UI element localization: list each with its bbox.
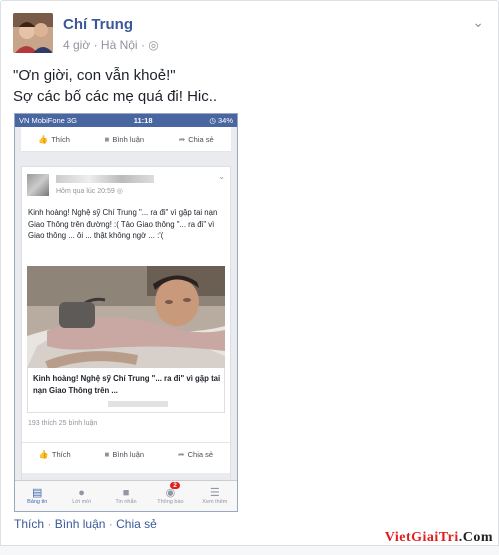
tab-label: Lời mời <box>72 499 92 505</box>
chevron-down-icon[interactable]: ⌄ <box>472 14 484 31</box>
comment-icon: ■ <box>104 449 110 459</box>
tab-news-feed: ▤ Bảng tin <box>15 481 59 511</box>
card-like-label: Thích <box>51 449 71 459</box>
post-footer-actions: Thích · Bình luận · Chia sẻ <box>14 517 157 531</box>
top-share-label: Chia sẻ <box>188 134 214 144</box>
news-feed-icon: ▤ <box>32 487 43 499</box>
post-time[interactable]: 4 giờ <box>63 38 90 52</box>
top-comment-label: Bình luận <box>112 134 145 144</box>
card-action-bar: 👍 Thích ■ Bình luận ➦ Chia sẻ <box>22 442 230 465</box>
notification-badge: 2 <box>170 482 180 489</box>
share-link[interactable]: Chia sẻ <box>116 517 157 531</box>
site-watermark: VietGiaiTri.Com <box>384 530 493 545</box>
card-comment-label: Bình luận <box>112 449 145 459</box>
post-location[interactable]: Hà Nội <box>101 38 138 52</box>
tab-friend-requests: ● Lời mời <box>59 481 103 511</box>
globe-icon[interactable]: ◎ <box>148 38 158 52</box>
post-card: Chí Trung 4 giờ · Hà Nội · ◎ ⌄ "Ơn giời,… <box>0 0 499 554</box>
tab-messages: ■ Tin nhắn <box>104 481 148 511</box>
like-link[interactable]: Thích <box>14 517 44 531</box>
blurred-source <box>108 401 168 407</box>
tab-label: Tin nhắn <box>115 499 137 505</box>
globe-icon: ◎ <box>116 188 123 195</box>
share-icon: ➦ <box>178 134 186 144</box>
card-text: Kinh hoàng! Nghệ sỹ Chí Trung "... ra đi… <box>28 208 218 240</box>
share-icon: ➦ <box>177 449 185 459</box>
carrier-label: VN MobiFone 3G <box>19 116 77 125</box>
comment-link[interactable]: Bình luận <box>55 517 106 531</box>
post-message: "Ơn giời, con vẫn khoẻ!" Sợ các bố các m… <box>13 65 217 107</box>
card-share-label: Chia sẻ <box>187 449 214 459</box>
top-action-bar: 👍 Thích ■ Bình luận ➦ Chia sẻ <box>21 127 231 152</box>
author-name[interactable]: Chí Trung <box>63 16 133 33</box>
phone-status-bar: VN MobiFone 3G 11:18 ◷ 34% <box>15 114 237 127</box>
card-time: Hôm qua lúc 20:59 ◎ <box>56 188 123 195</box>
comment-icon: ■ <box>104 134 110 144</box>
tab-label: Bảng tin <box>27 499 48 505</box>
clock-label: 11:18 <box>133 116 153 125</box>
link-preview: Kinh hoàng! Nghệ sỹ Chí Trung "... ra đi… <box>27 368 225 413</box>
top-like-label: Thích <box>51 134 70 144</box>
chevron-down-icon: ⌄ <box>218 172 225 181</box>
tab-label: Thông báo <box>157 499 184 505</box>
friend-requests-icon: ● <box>78 487 85 499</box>
post-message-line1: "Ơn giời, con vẫn khoẻ!" <box>13 67 176 84</box>
tab-notifications: ◉ 2 Thông báo <box>148 481 192 511</box>
messages-icon: ■ <box>122 487 130 499</box>
post-meta: 4 giờ · Hà Nội · ◎ <box>63 38 159 52</box>
link-title: Kinh hoàng! Nghệ sỹ Chí Trung "... ra đi… <box>33 374 221 395</box>
shared-post-card: Hôm qua lúc 20:59 ◎ ⌄ Kinh hoàng! Nghệ s… <box>21 166 231 511</box>
more-menu-icon: ☰ <box>209 487 220 499</box>
card-stats: 193 thích 25 bình luận <box>28 420 98 427</box>
tab-label: Xem thêm <box>202 499 228 505</box>
author-avatar[interactable] <box>13 13 53 53</box>
like-icon: 👍 <box>38 449 49 459</box>
battery-label: 34% <box>217 116 233 125</box>
embedded-phone-screenshot[interactable]: VN MobiFone 3G 11:18 ◷ 34% 👍 Thích ■ Bình … <box>14 113 238 512</box>
blurred-avatar <box>27 174 49 196</box>
hospital-photo <box>27 266 225 368</box>
post-message-line2: Sợ các bố các mẹ quá đi! Hic.. <box>13 88 218 105</box>
phone-tab-bar: ▤ Bảng tin ● Lời mời ■ Tin nhắn ◉ 2 Thôn… <box>15 480 237 511</box>
alarm-icon: ◷ <box>209 116 218 125</box>
like-icon: 👍 <box>38 134 49 144</box>
tab-more: ☰ Xem thêm <box>193 481 237 511</box>
blurred-name <box>56 175 154 183</box>
